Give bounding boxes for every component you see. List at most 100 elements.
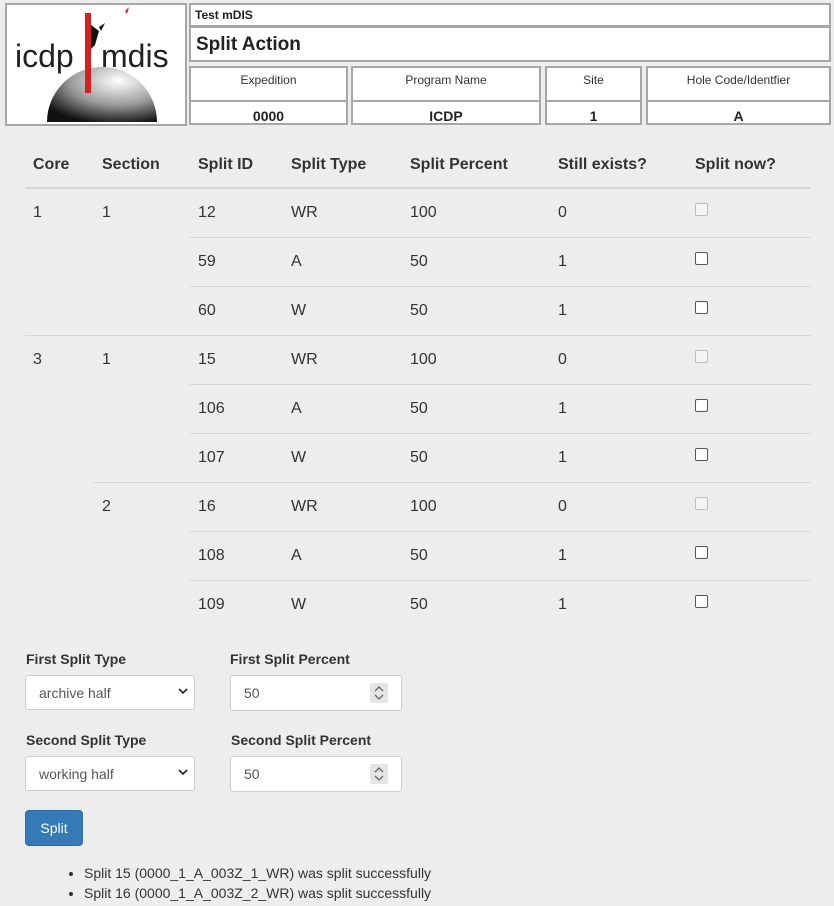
split-now-checkbox — [695, 350, 708, 364]
split-now-cell — [687, 433, 811, 483]
message-item: Split 16 (0000_1_A_003Z_2_WR) was split … — [84, 883, 431, 903]
table-row: 109 W 50 1 — [25, 580, 811, 630]
core-cell — [25, 238, 94, 287]
still-exists-cell: 1 — [550, 286, 687, 336]
section-cell — [94, 238, 190, 287]
split-now-cell — [687, 482, 811, 532]
split-percent-cell: 100 — [402, 482, 550, 532]
info-label: Program Name — [353, 68, 539, 102]
header: icdp mdis Test mDIS Split Action Expedit… — [5, 3, 831, 126]
split-id-cell: 108 — [190, 531, 283, 581]
info-site: Site 1 — [545, 66, 642, 125]
svg-text:icdp: icdp — [15, 38, 74, 74]
still-exists-cell: 1 — [550, 433, 687, 483]
svg-text:mdis: mdis — [101, 38, 169, 74]
core-cell — [25, 483, 94, 532]
table-row: 1 1 12 WR 100 0 — [25, 188, 811, 238]
split-now-checkbox — [695, 203, 708, 217]
split-now-cell — [687, 384, 811, 434]
still-exists-cell: 1 — [550, 384, 687, 434]
table-row: 106 A 50 1 — [25, 384, 811, 434]
first-split-percent-input[interactable]: 50 — [230, 675, 402, 711]
first-split-type-value: archive half — [39, 685, 111, 701]
split-now-cell — [687, 531, 811, 581]
split-now-checkbox[interactable] — [695, 301, 708, 315]
split-now-cell — [687, 188, 811, 238]
logo: icdp mdis — [5, 3, 187, 126]
split-now-checkbox[interactable] — [695, 595, 708, 609]
core-cell — [25, 532, 94, 581]
split-id-cell: 16 — [190, 482, 283, 532]
spinner-icon[interactable] — [370, 683, 388, 703]
info-program-name: Program Name ICDP — [351, 66, 541, 125]
section-cell — [94, 532, 190, 581]
split-type-cell: W — [283, 286, 402, 336]
column-header-split-percent: Split Percent — [402, 143, 550, 189]
split-percent-cell: 100 — [402, 335, 550, 385]
core-cell — [25, 434, 94, 483]
split-percent-cell: 50 — [402, 580, 550, 629]
info-value: 1 — [589, 108, 598, 124]
split-now-checkbox — [695, 497, 708, 511]
second-split-type-select[interactable]: working half — [25, 756, 195, 791]
info-label: Expedition — [191, 68, 346, 102]
column-header-split-id: Split ID — [190, 143, 283, 189]
app-title: Test mDIS — [189, 3, 831, 27]
still-exists-cell: 0 — [550, 482, 687, 532]
column-header-split-now: Split now? — [687, 143, 811, 189]
split-id-cell: 60 — [190, 286, 283, 336]
first-split-type-select[interactable]: archive half — [25, 675, 195, 710]
info-expedition: Expedition 0000 — [189, 66, 348, 125]
split-now-checkbox[interactable] — [695, 448, 708, 462]
section-cell: 2 — [94, 482, 190, 532]
second-split-percent-label: Second Split Percent — [231, 732, 372, 748]
still-exists-cell: 1 — [550, 237, 687, 287]
section-cell: 1 — [94, 335, 190, 385]
split-type-cell: W — [283, 580, 402, 629]
message-item: Split 15 (0000_1_A_003Z_1_WR) was split … — [84, 863, 431, 883]
second-split-type-label: Second Split Type — [26, 732, 147, 748]
table-row: 60 W 50 1 — [25, 286, 811, 336]
split-button[interactable]: Split — [25, 810, 83, 846]
info-label: Hole Code/Identfier — [648, 68, 829, 102]
split-now-cell — [687, 580, 811, 629]
info-label: Site — [547, 68, 640, 102]
split-percent-cell: 50 — [402, 384, 550, 434]
second-split-type-value: working half — [39, 766, 114, 782]
table-header-row: Core Section Split ID Split Type Split P… — [25, 143, 811, 189]
still-exists-cell: 0 — [550, 335, 687, 385]
still-exists-cell: 1 — [550, 531, 687, 581]
split-type-cell: WR — [283, 482, 402, 532]
table-row: 59 A 50 1 — [25, 237, 811, 287]
spinner-icon[interactable] — [370, 764, 388, 784]
chevron-down-icon — [178, 688, 188, 695]
section-cell — [94, 287, 190, 336]
split-id-cell: 15 — [190, 335, 283, 385]
core-cell — [25, 385, 94, 434]
result-messages: Split 15 (0000_1_A_003Z_1_WR) was split … — [66, 863, 431, 903]
column-header-section: Section — [94, 143, 190, 189]
core-cell: 3 — [25, 335, 94, 385]
core-cell — [25, 581, 94, 630]
second-split-percent-value: 50 — [244, 766, 260, 782]
split-now-checkbox[interactable] — [695, 546, 708, 560]
info-value: 0000 — [252, 108, 285, 124]
section-cell — [94, 434, 190, 483]
split-type-cell: A — [283, 237, 402, 287]
split-id-cell: 12 — [198, 204, 216, 221]
split-type-cell: A — [283, 384, 402, 434]
page-title: Split Action — [189, 26, 831, 62]
chevron-down-icon — [178, 769, 188, 776]
split-percent-cell: 50 — [402, 531, 550, 581]
split-id-cell: 106 — [190, 384, 283, 434]
split-id-cell: 59 — [190, 237, 283, 287]
second-split-percent-input[interactable]: 50 — [230, 756, 402, 792]
split-type-cell: A — [283, 531, 402, 581]
table-row: 3 1 15 WR 100 0 — [25, 335, 811, 385]
split-now-checkbox[interactable] — [695, 252, 708, 266]
column-header-still-exists: Still exists? — [550, 143, 687, 189]
split-now-checkbox[interactable] — [695, 399, 708, 413]
first-split-type-label: First Split Type — [26, 651, 127, 667]
split-now-cell — [687, 286, 811, 336]
info-hole: Hole Code/Identfier A — [646, 66, 831, 125]
